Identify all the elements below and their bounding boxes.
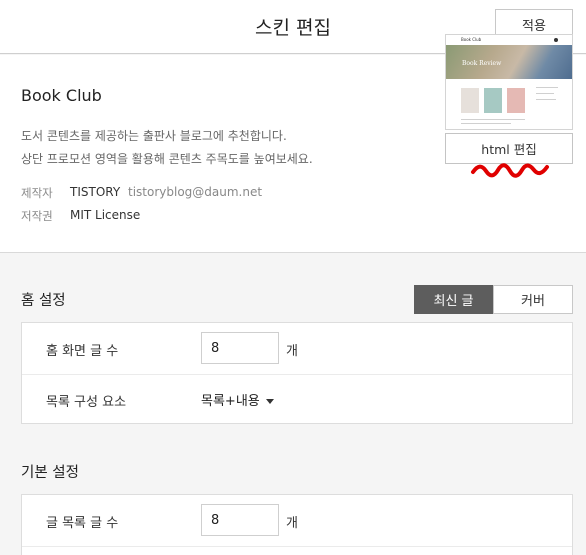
basic-settings-box: 글 목록 글 수 개	[21, 494, 573, 555]
thumbnail-hero-text: Book Review	[462, 60, 502, 67]
home-settings-box: 홈 화면 글 수 개 목록 구성 요소 목록+내용	[21, 322, 573, 424]
list-post-count-label: 글 목록 글 수	[46, 516, 119, 531]
home-settings-title: 홈 설정	[21, 293, 66, 309]
author-name: TISTORY	[70, 185, 121, 199]
thumbnail-text-line	[461, 123, 511, 124]
author-label: 제작자	[21, 186, 53, 200]
home-post-count-unit: 개	[286, 344, 298, 359]
thumbnail-sidebar-line	[536, 87, 558, 88]
skin-name: Book Club	[21, 86, 102, 105]
home-post-count-input[interactable]	[201, 332, 279, 364]
basic-settings-title: 기본 설정	[21, 465, 79, 481]
skin-description-line-2: 상단 프로모션 영역을 활용해 콘텐츠 주목도를 높여보세요.	[21, 152, 313, 166]
author-email: tistoryblog@daum.net	[128, 185, 263, 199]
red-annotation-squiggle	[471, 163, 549, 178]
thumbnail-sidebar-line	[536, 99, 556, 100]
home-post-count-label: 홈 화면 글 수	[46, 344, 119, 359]
thumbnail-header: Book Club	[446, 35, 572, 45]
thumbnail-card	[484, 88, 502, 113]
license-value: MIT License	[70, 208, 141, 222]
author-value: TISTORY tistoryblog@daum.net	[70, 185, 262, 199]
thumbnail-text-line	[461, 119, 525, 120]
list-element-dropdown[interactable]: 목록+내용	[201, 390, 274, 409]
thumbnail-menu-icon	[554, 38, 558, 42]
list-post-count-unit: 개	[286, 516, 298, 531]
thumbnail-logo: Book Club	[461, 37, 482, 42]
row-divider	[22, 546, 572, 547]
skin-thumbnail: Book Club Book Review	[445, 34, 573, 130]
html-edit-button[interactable]: html 편집	[445, 133, 573, 164]
license-label: 저작권	[21, 209, 53, 223]
row-divider	[22, 374, 572, 375]
tab-latest-posts[interactable]: 최신 글	[414, 285, 493, 314]
list-element-value: 목록+내용	[201, 394, 260, 409]
thumbnail-sidebar-line	[536, 93, 554, 94]
skin-description-line-1: 도서 콘텐츠를 제공하는 출판사 블로그에 추천합니다.	[21, 129, 287, 143]
thumbnail-hero: Book Review	[446, 45, 572, 79]
list-post-count-input[interactable]	[201, 504, 279, 536]
list-element-label: 목록 구성 요소	[46, 395, 127, 410]
thumbnail-card	[461, 88, 479, 113]
caret-down-icon	[265, 399, 274, 404]
tab-cover[interactable]: 커버	[493, 285, 573, 314]
thumbnail-card	[507, 88, 525, 113]
